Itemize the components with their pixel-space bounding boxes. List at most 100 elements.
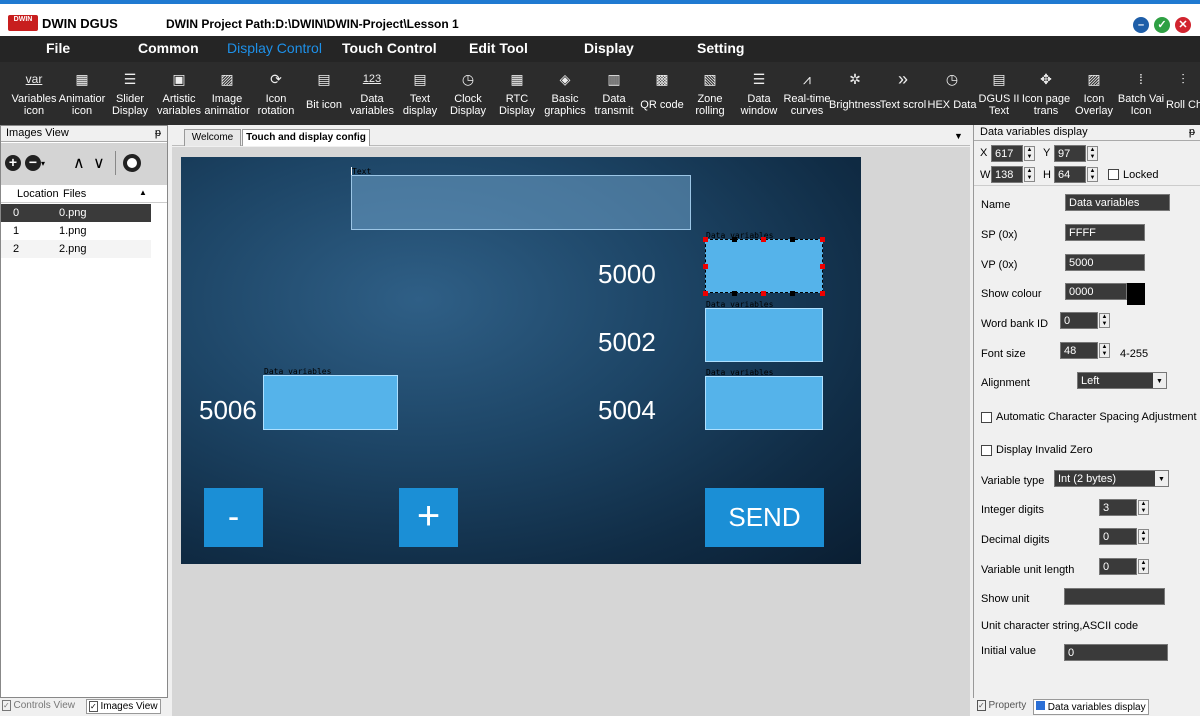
resize-handle[interactable]	[790, 237, 795, 242]
h-field[interactable]: 64	[1054, 166, 1086, 183]
sp-field[interactable]: FFFF	[1065, 224, 1145, 241]
colour-swatch[interactable]	[1127, 283, 1145, 305]
brightness-icon: ✲	[849, 71, 861, 87]
resize-handle[interactable]	[703, 264, 708, 269]
invalid-zero-checkbox[interactable]	[981, 445, 992, 456]
tab-images-view[interactable]: ✓ Images View	[86, 699, 161, 714]
tool-realtime-curves[interactable]: ⩘ Real-time curves	[783, 62, 830, 125]
resize-handle[interactable]	[732, 237, 737, 242]
resize-handle[interactable]	[820, 237, 825, 242]
decimal-digits-field[interactable]: 0	[1099, 528, 1137, 545]
variable-type-select[interactable]: Int (2 bytes) ▼	[1054, 470, 1169, 487]
show-colour-field[interactable]: 0000	[1065, 283, 1127, 300]
w-stepper[interactable]: ▲ ▼	[1024, 167, 1035, 182]
auto-spacing-checkbox[interactable]	[981, 412, 992, 423]
word-bank-stepper[interactable]: ▲ ▼	[1099, 313, 1110, 328]
tool-batch-var-icon[interactable]: ⁞ Batch Vai Icon	[1118, 62, 1164, 125]
menu-file[interactable]: File	[46, 40, 70, 56]
table-row[interactable]: 1 1.png	[1, 222, 151, 240]
unit-length-stepper[interactable]: ▲ ▼	[1138, 559, 1149, 574]
data-variable-5004[interactable]	[705, 376, 823, 430]
menu-display-control[interactable]: Display Control	[227, 40, 322, 56]
scroll-up-icon[interactable]: ▲	[139, 188, 147, 197]
table-row[interactable]: 2 2.png	[1, 240, 151, 258]
tool-brightness[interactable]: ✲ Brightness	[829, 62, 881, 125]
resize-handle[interactable]	[820, 264, 825, 269]
resize-handle[interactable]	[790, 291, 795, 296]
tool-text-scroll[interactable]: » Text scrol	[880, 62, 926, 125]
tool-image-animation[interactable]: ▨ Image animatior	[204, 62, 249, 125]
x-field[interactable]: 617	[991, 145, 1023, 162]
minus-button[interactable]: -	[204, 488, 263, 547]
table-row[interactable]: 0 0.png	[1, 204, 151, 222]
show-colour-label: Show colour	[981, 288, 1042, 300]
alignment-select[interactable]: Left ▼	[1077, 372, 1167, 389]
design-canvas[interactable]: Text Data variables 5000 Data variables …	[181, 157, 861, 564]
images-view-header: Images View ᵽ	[1, 126, 167, 142]
close-icon[interactable]: ✕	[1175, 17, 1191, 33]
minimize-icon[interactable]: –	[1133, 17, 1149, 33]
menu-setting[interactable]: Setting	[697, 40, 744, 56]
add-icon[interactable]: +	[5, 155, 21, 171]
tool-clock-display[interactable]: ◷ Clock Display	[446, 62, 490, 125]
text-control[interactable]	[351, 175, 691, 230]
font-size-field[interactable]: 48	[1060, 342, 1098, 359]
font-size-stepper[interactable]: ▲ ▼	[1099, 343, 1110, 358]
vp-field[interactable]: 5000	[1065, 254, 1145, 271]
tab-controls-view[interactable]: ✓ Controls View	[2, 700, 75, 711]
locked-checkbox[interactable]	[1108, 169, 1119, 180]
tool-roll-ch[interactable]: ⫶ Roll Ch	[1166, 62, 1200, 125]
data-variable-5000[interactable]	[705, 239, 823, 293]
view-icon[interactable]	[123, 154, 141, 172]
tab-touch-display-config[interactable]: Touch and display config	[242, 129, 370, 146]
pin-icon[interactable]: ᵽ	[1189, 126, 1195, 138]
resize-handle[interactable]	[703, 237, 708, 242]
remove-icon[interactable]: −	[25, 155, 41, 171]
resize-handle[interactable]	[703, 291, 708, 296]
resize-handle[interactable]	[761, 291, 766, 296]
show-unit-field[interactable]	[1064, 588, 1165, 605]
move-up-icon[interactable]: ∧	[73, 153, 85, 173]
h-stepper[interactable]: ▲ ▼	[1087, 167, 1098, 182]
menu-edit-tool[interactable]: Edit Tool	[469, 40, 528, 56]
column-location[interactable]: Location	[17, 188, 59, 200]
tab-property[interactable]: ✓ Property	[977, 700, 1026, 711]
send-button[interactable]: SEND	[705, 488, 824, 547]
data-variable-5002[interactable]	[705, 308, 823, 362]
decimal-digits-stepper[interactable]: ▲ ▼	[1138, 529, 1149, 544]
tool-basic-graphics[interactable]: ◈ Basic graphics	[543, 62, 587, 125]
vp-label: VP (0x)	[981, 259, 1018, 271]
tab-data-variables-display[interactable]: Data variables display	[1033, 699, 1149, 715]
resize-handle[interactable]	[732, 291, 737, 296]
resize-handle[interactable]	[820, 291, 825, 296]
tool-zone-rolling[interactable]: ▧ Zone rolling	[688, 62, 732, 125]
remove-dropdown-icon[interactable]: ▾	[41, 159, 45, 168]
move-down-icon[interactable]: ∨	[93, 153, 105, 173]
y-field[interactable]: 97	[1054, 145, 1086, 162]
initial-value-field[interactable]: 0	[1064, 644, 1168, 661]
integer-digits-field[interactable]: 3	[1099, 499, 1137, 516]
pin-icon[interactable]: ᵽ	[155, 127, 161, 139]
menu-display[interactable]: Display	[584, 40, 634, 56]
tool-slider-display[interactable]: ☰ Slider Display	[108, 62, 152, 125]
plus-button[interactable]: +	[399, 488, 458, 547]
word-bank-field[interactable]: 0	[1060, 312, 1098, 329]
tab-welcome[interactable]: Welcome	[184, 129, 241, 146]
unit-length-field[interactable]: 0	[1099, 558, 1137, 575]
column-files[interactable]: Files	[63, 188, 86, 200]
tabs-dropdown-icon[interactable]: ▼	[954, 131, 963, 141]
tool-icon-rotation[interactable]: ⟳ Icon rotation	[254, 62, 298, 125]
overlay-icon: ▨	[1087, 71, 1101, 87]
name-field[interactable]: Data variables	[1065, 194, 1170, 211]
x-stepper[interactable]: ▲ ▼	[1024, 146, 1035, 161]
tool-data-transmit[interactable]: ▥ Data transmit	[592, 62, 636, 125]
integer-digits-stepper[interactable]: ▲ ▼	[1138, 500, 1149, 515]
image-icon: ▨	[220, 71, 234, 87]
menu-touch-control[interactable]: Touch Control	[342, 40, 437, 56]
data-variable-5006[interactable]	[263, 375, 398, 430]
maximize-icon[interactable]: ✓	[1154, 17, 1170, 33]
y-stepper[interactable]: ▲ ▼	[1087, 146, 1098, 161]
resize-handle[interactable]	[761, 237, 766, 242]
menu-common[interactable]: Common	[138, 40, 199, 56]
w-field[interactable]: 138	[991, 166, 1023, 183]
